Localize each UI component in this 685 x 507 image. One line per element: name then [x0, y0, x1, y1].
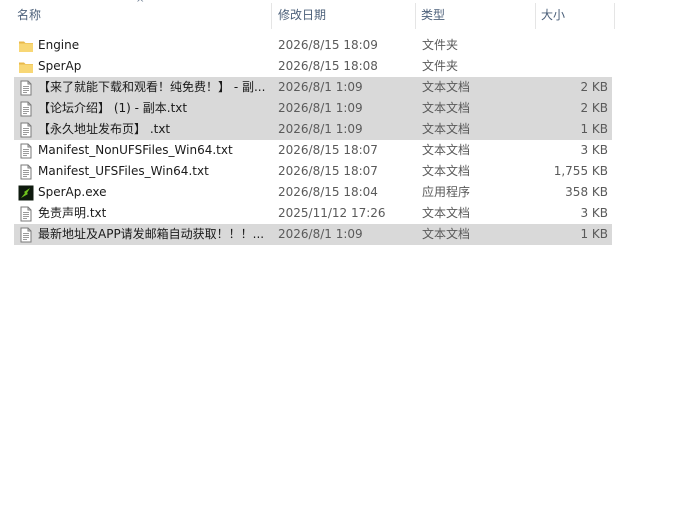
folder-icon — [18, 38, 34, 54]
text-file-icon — [18, 101, 34, 117]
file-row[interactable]: 【来了就能下载和观看！纯免费！】 - 副... 2026/8/1 1:09 文本文档… — [14, 77, 612, 98]
column-header-bar: ^ 名称 修改日期 类型 大小 — [0, 0, 685, 30]
file-size: 1 KB — [580, 227, 608, 241]
file-name: SperAp — [38, 59, 82, 73]
text-file-icon — [18, 122, 34, 138]
file-row[interactable]: 【论坛介绍】 (1) - 副本.txt 2026/8/1 1:09 文本文档 2 KB — [14, 98, 612, 119]
file-type: 文件夹 — [422, 38, 459, 52]
file-row[interactable]: Engine 2026/8/15 18:09 文件夹 — [14, 35, 612, 56]
file-size — [532, 56, 608, 77]
file-date: 2026/8/1 1:09 — [278, 101, 363, 115]
file-list: Engine 2026/8/15 18:09 文件夹 SperAp 2026/8/15 … — [14, 35, 612, 245]
file-size: 1,755 KB — [553, 164, 608, 178]
file-date: 2026/8/1 1:09 — [278, 122, 363, 136]
column-divider[interactable] — [614, 3, 615, 29]
file-name-cell: SperAp — [18, 56, 270, 77]
file-name: 最新地址及APP请发邮箱自动获取！！！... — [38, 227, 265, 241]
file-row[interactable]: 免责声明.txt 2025/11/12 17:26 文本文档 3 KB — [14, 203, 612, 224]
file-name-cell: 免责声明.txt — [18, 203, 270, 224]
file-name-cell: Engine — [18, 35, 270, 56]
file-size — [532, 35, 608, 56]
text-file-icon — [18, 206, 34, 222]
text-file-icon — [18, 80, 34, 96]
file-type: 文本文档 — [422, 80, 471, 94]
file-row[interactable]: Manifest_UFSFiles_Win64.txt 2026/8/15 18:… — [14, 161, 612, 182]
file-type: 文本文档 — [422, 227, 471, 241]
file-type: 文本文档 — [422, 101, 471, 115]
file-name-cell: Manifest_NonUFSFiles_Win64.txt — [18, 140, 270, 161]
file-date: 2026/8/1 1:09 — [278, 80, 363, 94]
file-name: 【论坛介绍】 (1) - 副本.txt — [38, 101, 188, 115]
file-name: Manifest_NonUFSFiles_Win64.txt — [38, 143, 233, 157]
file-size: 2 KB — [580, 101, 608, 115]
file-date: 2026/8/15 18:07 — [278, 143, 378, 157]
file-row[interactable]: SperAp 2026/8/15 18:08 文件夹 — [14, 56, 612, 77]
file-size: 1 KB — [580, 122, 608, 136]
file-name: 免责声明.txt — [38, 206, 107, 220]
file-name: 【来了就能下载和观看！纯免费！】 - 副... — [38, 80, 266, 94]
file-type: 文本文档 — [422, 164, 471, 178]
file-name-cell: 【永久地址发布页】 .txt — [18, 119, 270, 140]
file-row[interactable]: 最新地址及APP请发邮箱自动获取！！！... 2026/8/1 1:09 文本文档 1… — [14, 224, 612, 245]
column-header-type[interactable]: 类型 — [416, 0, 535, 30]
file-name-cell: 【来了就能下载和观看！纯免费！】 - 副... — [18, 77, 270, 98]
file-date: 2026/8/15 18:07 — [278, 164, 378, 178]
column-header-date[interactable]: 修改日期 — [273, 0, 415, 30]
text-file-icon — [18, 227, 34, 243]
file-type: 文件夹 — [422, 59, 459, 73]
text-file-icon — [18, 143, 34, 159]
file-date: 2026/8/15 18:08 — [278, 59, 378, 73]
file-name: SperAp.exe — [38, 185, 107, 199]
file-size: 358 KB — [565, 185, 608, 199]
file-name: Engine — [38, 38, 80, 52]
file-name-cell: 最新地址及APP请发邮箱自动获取！！！... — [18, 224, 270, 245]
file-date: 2026/8/15 18:04 — [278, 185, 378, 199]
file-date: 2026/8/15 18:09 — [278, 38, 378, 52]
column-divider[interactable] — [271, 3, 272, 29]
file-name-cell: Manifest_UFSFiles_Win64.txt — [18, 161, 270, 182]
file-type: 文本文档 — [422, 122, 471, 136]
file-name: 【永久地址发布页】 .txt — [38, 122, 171, 136]
file-size: 3 KB — [580, 206, 608, 220]
file-size: 2 KB — [580, 80, 608, 94]
file-name: Manifest_UFSFiles_Win64.txt — [38, 164, 209, 178]
file-size: 3 KB — [580, 143, 608, 157]
file-date: 2025/11/12 17:26 — [278, 206, 386, 220]
file-row[interactable]: Manifest_NonUFSFiles_Win64.txt 2026/8/15 … — [14, 140, 612, 161]
column-header-size[interactable]: 大小 — [536, 0, 614, 30]
file-row[interactable]: SperAp.exe 2026/8/15 18:04 应用程序 358 KB — [14, 182, 612, 203]
file-name-cell: 【论坛介绍】 (1) - 副本.txt — [18, 98, 270, 119]
folder-icon — [18, 59, 34, 75]
file-date: 2026/8/1 1:09 — [278, 227, 363, 241]
text-file-icon — [18, 164, 34, 180]
file-type: 文本文档 — [422, 143, 471, 157]
file-row[interactable]: 【永久地址发布页】 .txt 2026/8/1 1:09 文本文档 1 KB — [14, 119, 612, 140]
exe-app-icon — [18, 185, 34, 201]
file-type: 应用程序 — [422, 185, 471, 199]
file-type: 文本文档 — [422, 206, 471, 220]
file-name-cell: SperAp.exe — [18, 182, 270, 203]
column-header-name[interactable]: 名称 — [12, 0, 271, 30]
